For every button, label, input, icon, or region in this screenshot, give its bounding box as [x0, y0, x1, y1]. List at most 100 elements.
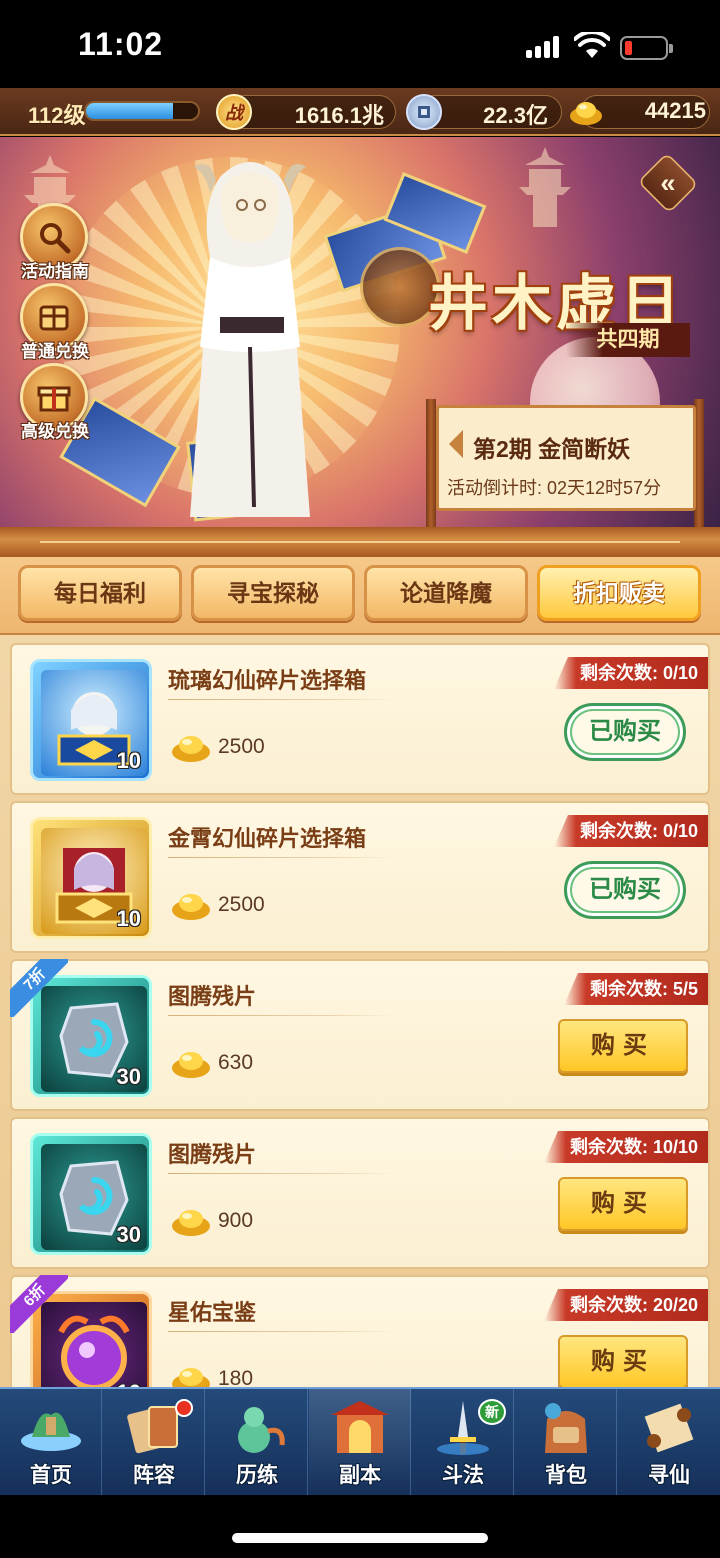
gold-ingot-icon — [570, 102, 602, 125]
nav-dungeon[interactable]: 副本 — [309, 1389, 411, 1495]
nav-training[interactable]: 历练 — [206, 1389, 308, 1495]
item-quantity: 30 — [116, 1064, 141, 1089]
gold-ingot-icon — [172, 1368, 210, 1387]
resource-bar: 112级 战 1616.1兆 22.3亿 44215 — [0, 88, 720, 136]
nav-training-label: 历练 — [236, 1464, 278, 1487]
item-name: 图腾残片 — [168, 1142, 257, 1167]
name-underline — [168, 1173, 396, 1174]
remaining-count-badge: 剩余次数: 20/20 — [543, 1289, 708, 1321]
discount-ribbon: 7折 — [10, 959, 68, 1017]
nav-seek-immortal-label: 寻仙 — [648, 1464, 690, 1487]
tab-treasure-hunt[interactable]: 寻宝探秘 — [191, 565, 355, 621]
power-value: 1616.1兆 — [294, 103, 384, 128]
phase-board-panel: 第2期 金简断妖 活动倒计时: 02天12时57分 — [436, 405, 696, 511]
buy-button[interactable]: 购买 — [558, 1177, 688, 1231]
coin-value: 22.3亿 — [483, 103, 548, 128]
normal-exchange-button[interactable]: 普通兑换 — [14, 283, 96, 365]
nav-seek-immortal[interactable]: 寻仙 — [618, 1389, 720, 1495]
nav-duel[interactable]: 新 斗法 — [412, 1389, 514, 1495]
item-price: 180 — [218, 1367, 254, 1387]
item-name: 金霄幻仙碎片选择箱 — [168, 826, 367, 851]
dungeon-gate-icon — [331, 1401, 389, 1453]
shop-item: 10 6折 星佑宝鉴 180 剩余次数: 20/20 购买 — [10, 1275, 710, 1387]
name-underline — [168, 1331, 396, 1332]
remaining-count-badge: 剩余次数: 10/10 — [543, 1131, 708, 1163]
new-badge: 新 — [478, 1399, 506, 1425]
event-banner: 活动指南 普通兑换 高级兑换 « 井木虚日 共四期 第2期 金简断妖 活动倒计时… — [0, 137, 720, 527]
shop-item-list[interactable]: 10 琉璃幻仙碎片选择箱 2500 剩余次数: 0/10 已购买 10 金霄幻仙… — [0, 635, 720, 1387]
notification-dot — [175, 1399, 193, 1417]
item-icon-frame: 10 — [30, 817, 152, 939]
tab-demon-subjugation[interactable]: 论道降魔 — [364, 565, 528, 621]
nav-dungeon-label: 副本 — [339, 1464, 381, 1487]
item-quantity: 10 — [117, 1380, 141, 1387]
item-name: 琉璃幻仙碎片选择箱 — [168, 668, 367, 693]
shop-item: 30 图腾残片 900 剩余次数: 10/10 购买 — [10, 1117, 710, 1269]
phase-prev-arrow-icon[interactable] — [449, 430, 463, 458]
status-bar: 11:02 — [0, 0, 720, 88]
activity-guide-button[interactable]: 活动指南 — [14, 203, 96, 285]
item-price: 900 — [218, 1209, 254, 1232]
item-icon-frame: 10 — [30, 659, 152, 781]
pagoda-silhouette — [519, 147, 571, 227]
shop-item: 30 7折 图腾残片 630 剩余次数: 5/5 购买 — [10, 959, 710, 1111]
name-underline — [168, 699, 396, 700]
banner-divider — [0, 527, 720, 557]
event-subtitle: 共四期 — [566, 323, 690, 357]
item-name: 图腾残片 — [168, 984, 257, 1009]
remaining-count-badge: 剩余次数: 0/10 — [553, 815, 708, 847]
home-island-icon — [21, 1412, 81, 1451]
item-quantity: 10 — [116, 906, 141, 931]
item-price: 2500 — [218, 893, 265, 916]
name-underline — [168, 857, 396, 858]
xp-progress-bar — [84, 101, 200, 121]
gold-value: 44215 — [644, 98, 706, 123]
back-button[interactable]: « — [637, 152, 699, 214]
advanced-exchange-label: 高级兑换 — [21, 422, 89, 441]
double-chevron-left-icon: « — [660, 167, 676, 198]
buy-button[interactable]: 购买 — [558, 1335, 688, 1387]
purchased-button[interactable]: 已购买 — [564, 861, 686, 919]
status-time: 11:02 — [78, 26, 164, 62]
player-level: 112级 — [28, 103, 86, 128]
nav-backpack[interactable]: 背包 — [515, 1389, 617, 1495]
tab-daily-welfare[interactable]: 每日福利 — [18, 565, 182, 621]
cellular-signal-icon — [526, 36, 562, 58]
item-price: 630 — [218, 1051, 254, 1074]
nav-duel-label: 斗法 — [442, 1464, 484, 1487]
scroll-icon — [644, 1403, 694, 1453]
phase-countdown: 活动倒计时: 02天12时57分 — [447, 478, 662, 498]
discount-ribbon: 6折 — [10, 1275, 68, 1333]
item-price: 2500 — [218, 735, 265, 758]
purchased-button[interactable]: 已购买 — [564, 703, 686, 761]
item-quantity: 10 — [116, 748, 141, 773]
discount-label: 6折 — [10, 1275, 68, 1333]
wifi-icon — [574, 32, 610, 58]
phase-info-board: 第2期 金简断妖 活动倒计时: 02天12时57分 — [426, 399, 704, 527]
bottom-nav: 首页 阵容 历练 副本 新 斗法 背包 寻仙 — [0, 1387, 720, 1495]
normal-exchange-label: 普通兑换 — [21, 342, 89, 361]
item-icon-frame: 30 — [30, 1133, 152, 1255]
nav-home[interactable]: 首页 — [0, 1389, 102, 1495]
nav-home-label: 首页 — [30, 1464, 72, 1487]
gold-ingot-icon — [172, 736, 210, 762]
phase-title: 第2期 金简断妖 — [473, 436, 631, 462]
gold-ingot-icon — [172, 1052, 210, 1078]
remaining-count-badge: 剩余次数: 0/10 — [553, 657, 708, 689]
buy-button[interactable]: 购买 — [558, 1019, 688, 1073]
power-icon: 战 — [216, 94, 252, 130]
tab-discount-sale[interactable]: 折扣贩卖 — [537, 565, 701, 621]
advanced-exchange-button[interactable]: 高级兑换 — [14, 363, 96, 445]
nav-formation[interactable]: 阵容 — [103, 1389, 205, 1495]
backpack-icon — [545, 1403, 587, 1453]
nav-backpack-label: 背包 — [545, 1464, 587, 1487]
training-gourd-icon — [238, 1407, 285, 1453]
item-quantity: 30 — [116, 1222, 141, 1247]
home-indicator[interactable] — [232, 1533, 488, 1543]
copper-coin-icon — [406, 94, 442, 130]
tab-bar: 每日福利 寻宝探秘 论道降魔 折扣贩卖 — [0, 557, 720, 635]
shop-item: 10 琉璃幻仙碎片选择箱 2500 剩余次数: 0/10 已购买 — [10, 643, 710, 795]
activity-guide-label: 活动指南 — [21, 262, 89, 281]
home-indicator-area — [0, 1495, 720, 1558]
shop-item: 10 金霄幻仙碎片选择箱 2500 剩余次数: 0/10 已购买 — [10, 801, 710, 953]
